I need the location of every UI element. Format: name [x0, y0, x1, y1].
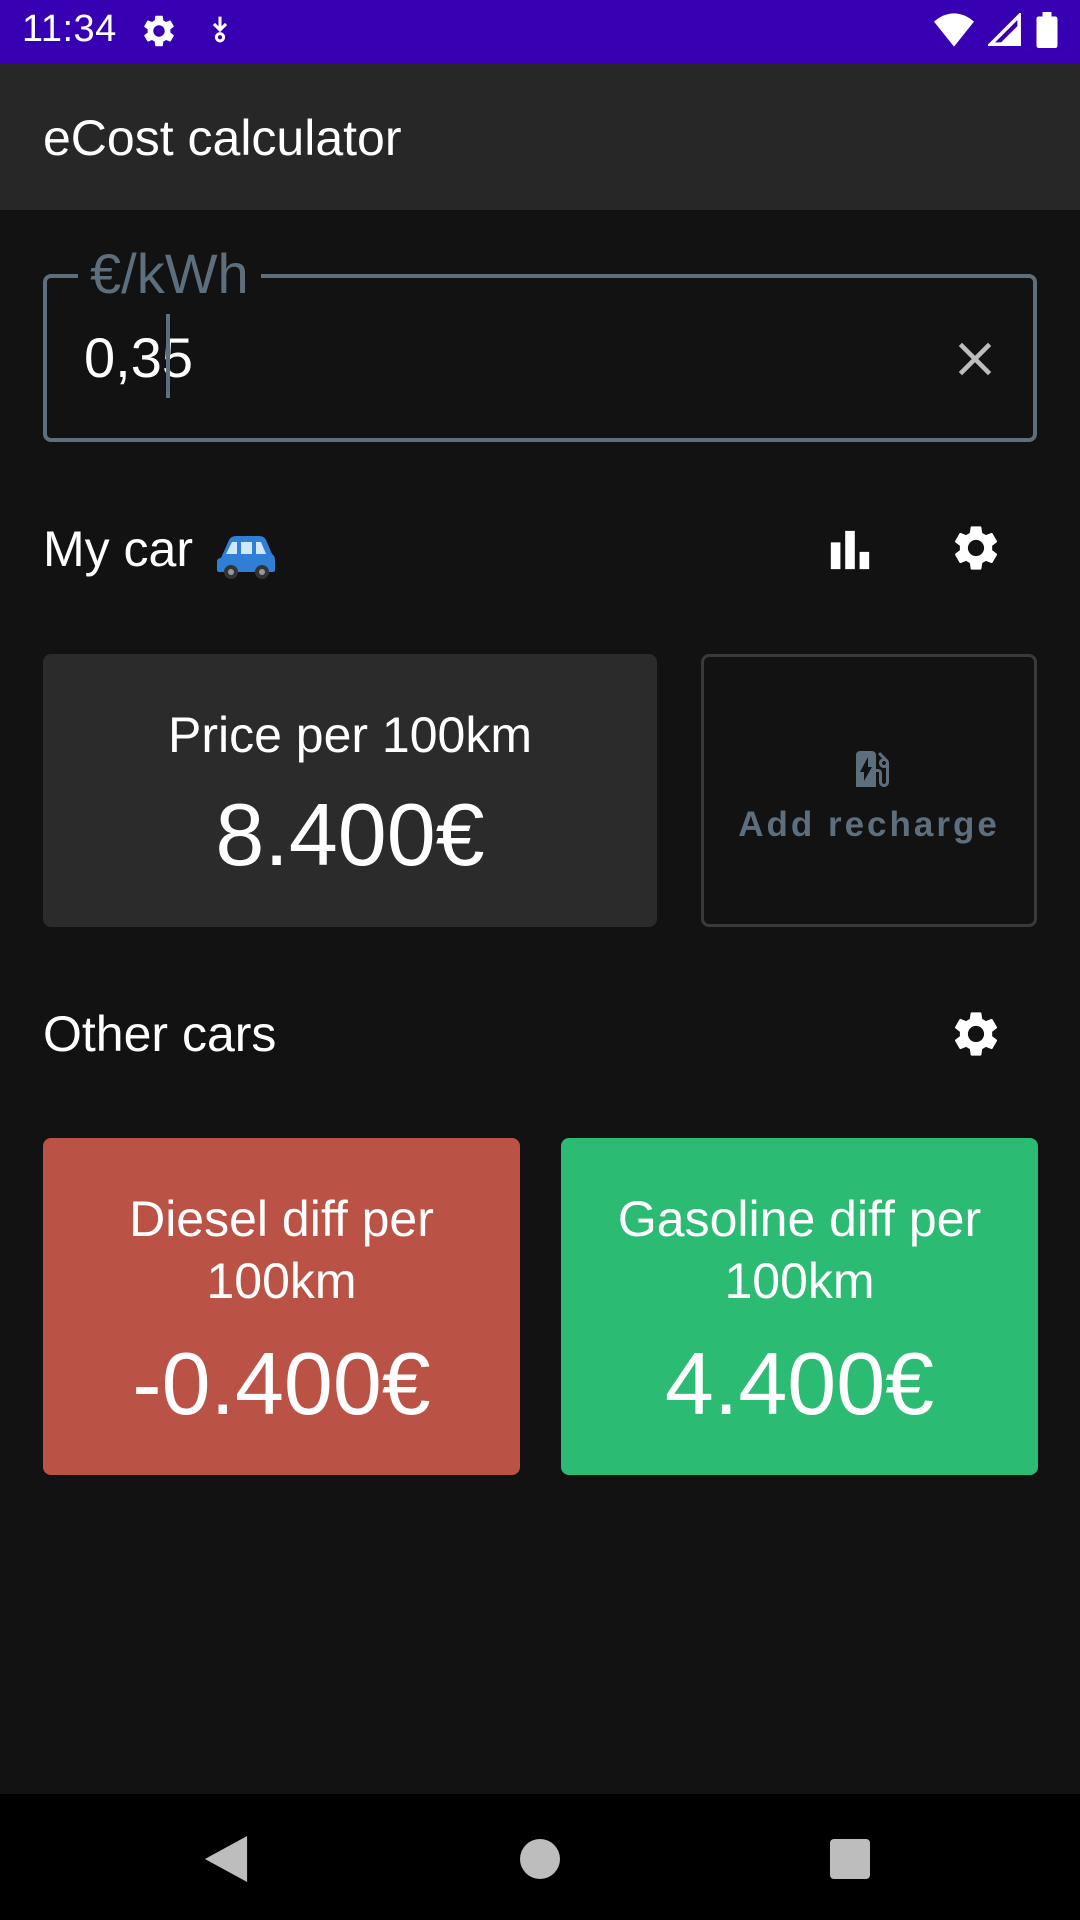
wifi-icon — [934, 13, 974, 52]
gasoline-diff-label: Gasoline diff per 100km — [617, 1191, 982, 1309]
other-cars-settings-gear-icon[interactable] — [946, 1004, 1006, 1064]
close-icon[interactable] — [950, 334, 1000, 384]
home-circle-icon[interactable] — [510, 1829, 570, 1889]
gasoline-diff-card: Gasoline diff per 100km 4.400€ — [561, 1138, 1038, 1475]
gear-icon — [140, 12, 178, 55]
other-cars-title: Other cars — [43, 1006, 277, 1062]
app-bar: eCost calculator — [0, 63, 1080, 210]
my-car-title: My car — [43, 521, 193, 577]
battery-icon — [1036, 12, 1058, 53]
price-per-100km-card: Price per 100km 8.400€ — [43, 654, 657, 927]
price-field-label: €/kWh — [78, 242, 261, 306]
add-recharge-button[interactable]: Add recharge — [701, 654, 1037, 927]
price-card-value: 8.400€ — [215, 785, 485, 884]
my-car-settings-gear-icon[interactable] — [946, 518, 1006, 578]
diesel-diff-label: Diesel diff per 100km — [129, 1191, 434, 1309]
diesel-diff-card: Diesel diff per 100km -0.400€ — [43, 1138, 520, 1475]
text-cursor — [166, 314, 170, 398]
gasoline-diff-value: 4.400€ — [664, 1334, 935, 1433]
bar-chart-icon[interactable] — [820, 520, 880, 580]
diesel-diff-value: -0.400€ — [132, 1334, 431, 1433]
back-triangle-icon[interactable] — [196, 1829, 256, 1889]
car-emoji-icon — [215, 532, 277, 585]
navigation-bar — [0, 1794, 1080, 1920]
status-bar: 11:34 — [0, 0, 1080, 63]
recents-square-icon[interactable] — [820, 1829, 880, 1889]
ev-station-icon — [848, 745, 896, 798]
add-recharge-label: Add recharge — [738, 805, 1000, 844]
app-title: eCost calculator — [43, 110, 402, 166]
status-time: 11:34 — [22, 8, 117, 50]
signal-icon — [986, 11, 1022, 52]
price-card-label: Price per 100km — [167, 707, 533, 763]
price-per-kwh-input[interactable] — [84, 326, 884, 390]
download-icon — [205, 13, 235, 52]
